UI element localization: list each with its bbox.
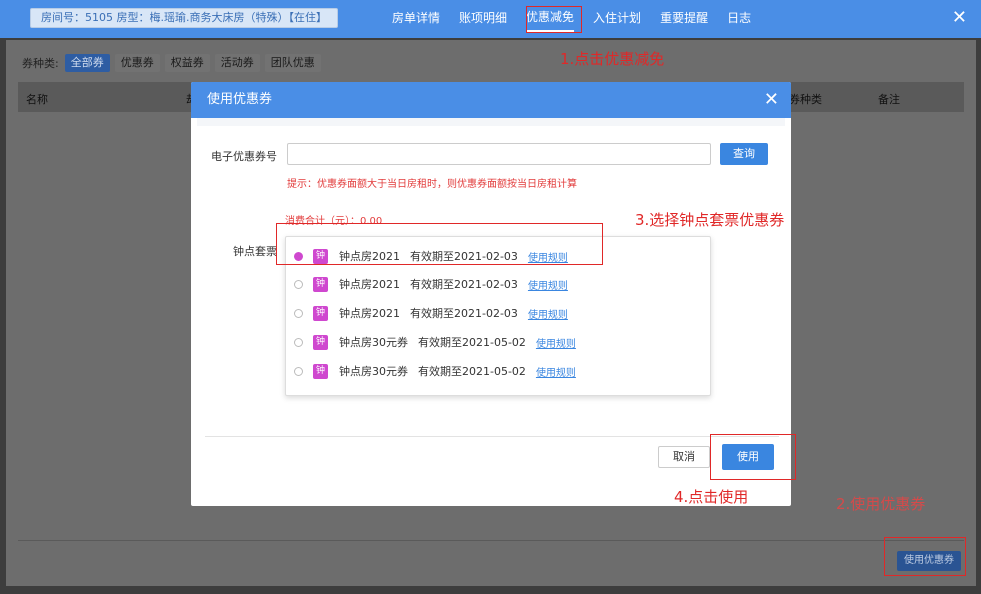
tab-important-reminders[interactable]: 重要提醒 bbox=[660, 0, 708, 38]
ticket-option[interactable]: 钟 钟点房2021 有效期至2021-02-03 使用规则 bbox=[286, 299, 710, 327]
ticket-name: 钟点房2021 bbox=[339, 307, 400, 320]
tab-checkin-plan[interactable]: 入住计划 bbox=[593, 0, 641, 38]
radio-unchecked[interactable] bbox=[294, 279, 303, 289]
dialog-footer-divider bbox=[205, 436, 779, 437]
dialog-title: 使用优惠券 bbox=[207, 92, 273, 107]
annotation-box-use-coupon bbox=[884, 537, 966, 576]
dialog-close-icon[interactable]: ✕ bbox=[764, 82, 779, 118]
ticket-option[interactable]: 钟 钟点房30元券 有效期至2021-05-02 使用规则 bbox=[286, 357, 710, 385]
ticket-validity: 有效期至2021-05-02 bbox=[418, 336, 526, 349]
annotation-step2: 2.使用优惠券 bbox=[836, 495, 926, 513]
ticket-validity: 有效期至2021-02-03 bbox=[410, 278, 518, 291]
hint-text: 提示：优惠券面额大于当日房租时，则优惠券面额按当日房租计算 bbox=[287, 179, 577, 190]
ticket-option[interactable]: 钟 钟点房30元券 有效期至2021-05-02 使用规则 bbox=[286, 328, 710, 356]
ticket-validity: 有效期至2021-05-02 bbox=[418, 365, 526, 378]
filter-benefit[interactable]: 权益券 bbox=[164, 54, 210, 72]
filter-all[interactable]: 全部券 bbox=[64, 54, 110, 72]
filter-activity[interactable]: 活动券 bbox=[214, 54, 260, 72]
top-bar: 房间号：5105 房型：梅.瑶瑜.商务大床房（特殊）【在住】 房单详情 账项明细… bbox=[0, 0, 981, 38]
ticket-name: 钟点房30元券 bbox=[339, 365, 408, 378]
query-button[interactable]: 查询 bbox=[720, 143, 768, 165]
cancel-button[interactable]: 取消 bbox=[658, 446, 710, 468]
column-type: 券种类 bbox=[789, 93, 822, 106]
use-coupon-dialog: 使用优惠券 ✕ 电子优惠券号 查询 提示：优惠券面额大于当日房租时，则优惠券面额… bbox=[191, 82, 791, 506]
radio-unchecked[interactable] bbox=[294, 308, 303, 318]
column-name: 名称 bbox=[26, 93, 48, 106]
radio-unchecked[interactable] bbox=[294, 366, 303, 376]
annotation-step4: 4.点击使用 bbox=[674, 488, 749, 506]
ticket-name: 钟点房30元券 bbox=[339, 336, 408, 349]
tab-room-details[interactable]: 房单详情 bbox=[392, 0, 440, 38]
annotation-step3: 3.选择钟点套票优惠券 bbox=[635, 211, 785, 229]
usage-rule-link[interactable]: 使用规则 bbox=[536, 364, 576, 379]
close-icon[interactable]: ✕ bbox=[952, 8, 967, 28]
ticket-name: 钟点房2021 bbox=[339, 278, 400, 291]
tab-account-details[interactable]: 账项明细 bbox=[459, 0, 507, 38]
usage-rule-link[interactable]: 使用规则 bbox=[536, 335, 576, 350]
ticket-option[interactable]: 钟 钟点房2021 有效期至2021-02-03 使用规则 bbox=[286, 270, 710, 298]
annotation-box-discount-tab bbox=[526, 6, 582, 33]
radio-unchecked[interactable] bbox=[294, 337, 303, 347]
usage-rule-link[interactable]: 使用规则 bbox=[528, 306, 568, 321]
filter-group[interactable]: 团队优惠 bbox=[264, 54, 321, 72]
dialog-header: 使用优惠券 ✕ bbox=[191, 82, 791, 118]
coupon-type-filter: 券种类: 全部券 优惠券 权益券 活动券 团队优惠 bbox=[22, 54, 326, 72]
annotation-box-ticket-option bbox=[276, 223, 603, 265]
hourly-badge: 钟 bbox=[313, 305, 328, 321]
hourly-badge: 钟 bbox=[313, 334, 328, 350]
hourly-ticket-label: 钟点套票 bbox=[233, 245, 277, 258]
usage-rule-link[interactable]: 使用规则 bbox=[528, 277, 568, 292]
filter-label: 券种类: bbox=[22, 57, 59, 70]
column-note: 备注 bbox=[878, 93, 900, 106]
filter-coupon[interactable]: 优惠券 bbox=[114, 54, 160, 72]
room-info-badge: 房间号：5105 房型：梅.瑶瑜.商务大床房（特殊）【在住】 bbox=[30, 8, 338, 28]
dialog-body-frame: 电子优惠券号 查询 提示：优惠券面额大于当日房租时，则优惠券面额按当日房租计算 … bbox=[197, 118, 785, 500]
annotation-step1: 1.点击优惠减免 bbox=[560, 50, 665, 68]
tab-log[interactable]: 日志 bbox=[727, 0, 751, 38]
coupon-code-label: 电子优惠券号 bbox=[211, 150, 277, 163]
footer-divider bbox=[18, 540, 964, 541]
coupon-code-input[interactable] bbox=[287, 143, 711, 165]
hourly-badge: 钟 bbox=[313, 363, 328, 379]
hourly-badge: 钟 bbox=[313, 276, 328, 292]
annotation-box-use-button bbox=[710, 434, 796, 480]
dialog-body: 电子优惠券号 查询 提示：优惠券面额大于当日房租时，则优惠券面额按当日房租计算 … bbox=[197, 126, 785, 500]
ticket-validity: 有效期至2021-02-03 bbox=[410, 307, 518, 320]
